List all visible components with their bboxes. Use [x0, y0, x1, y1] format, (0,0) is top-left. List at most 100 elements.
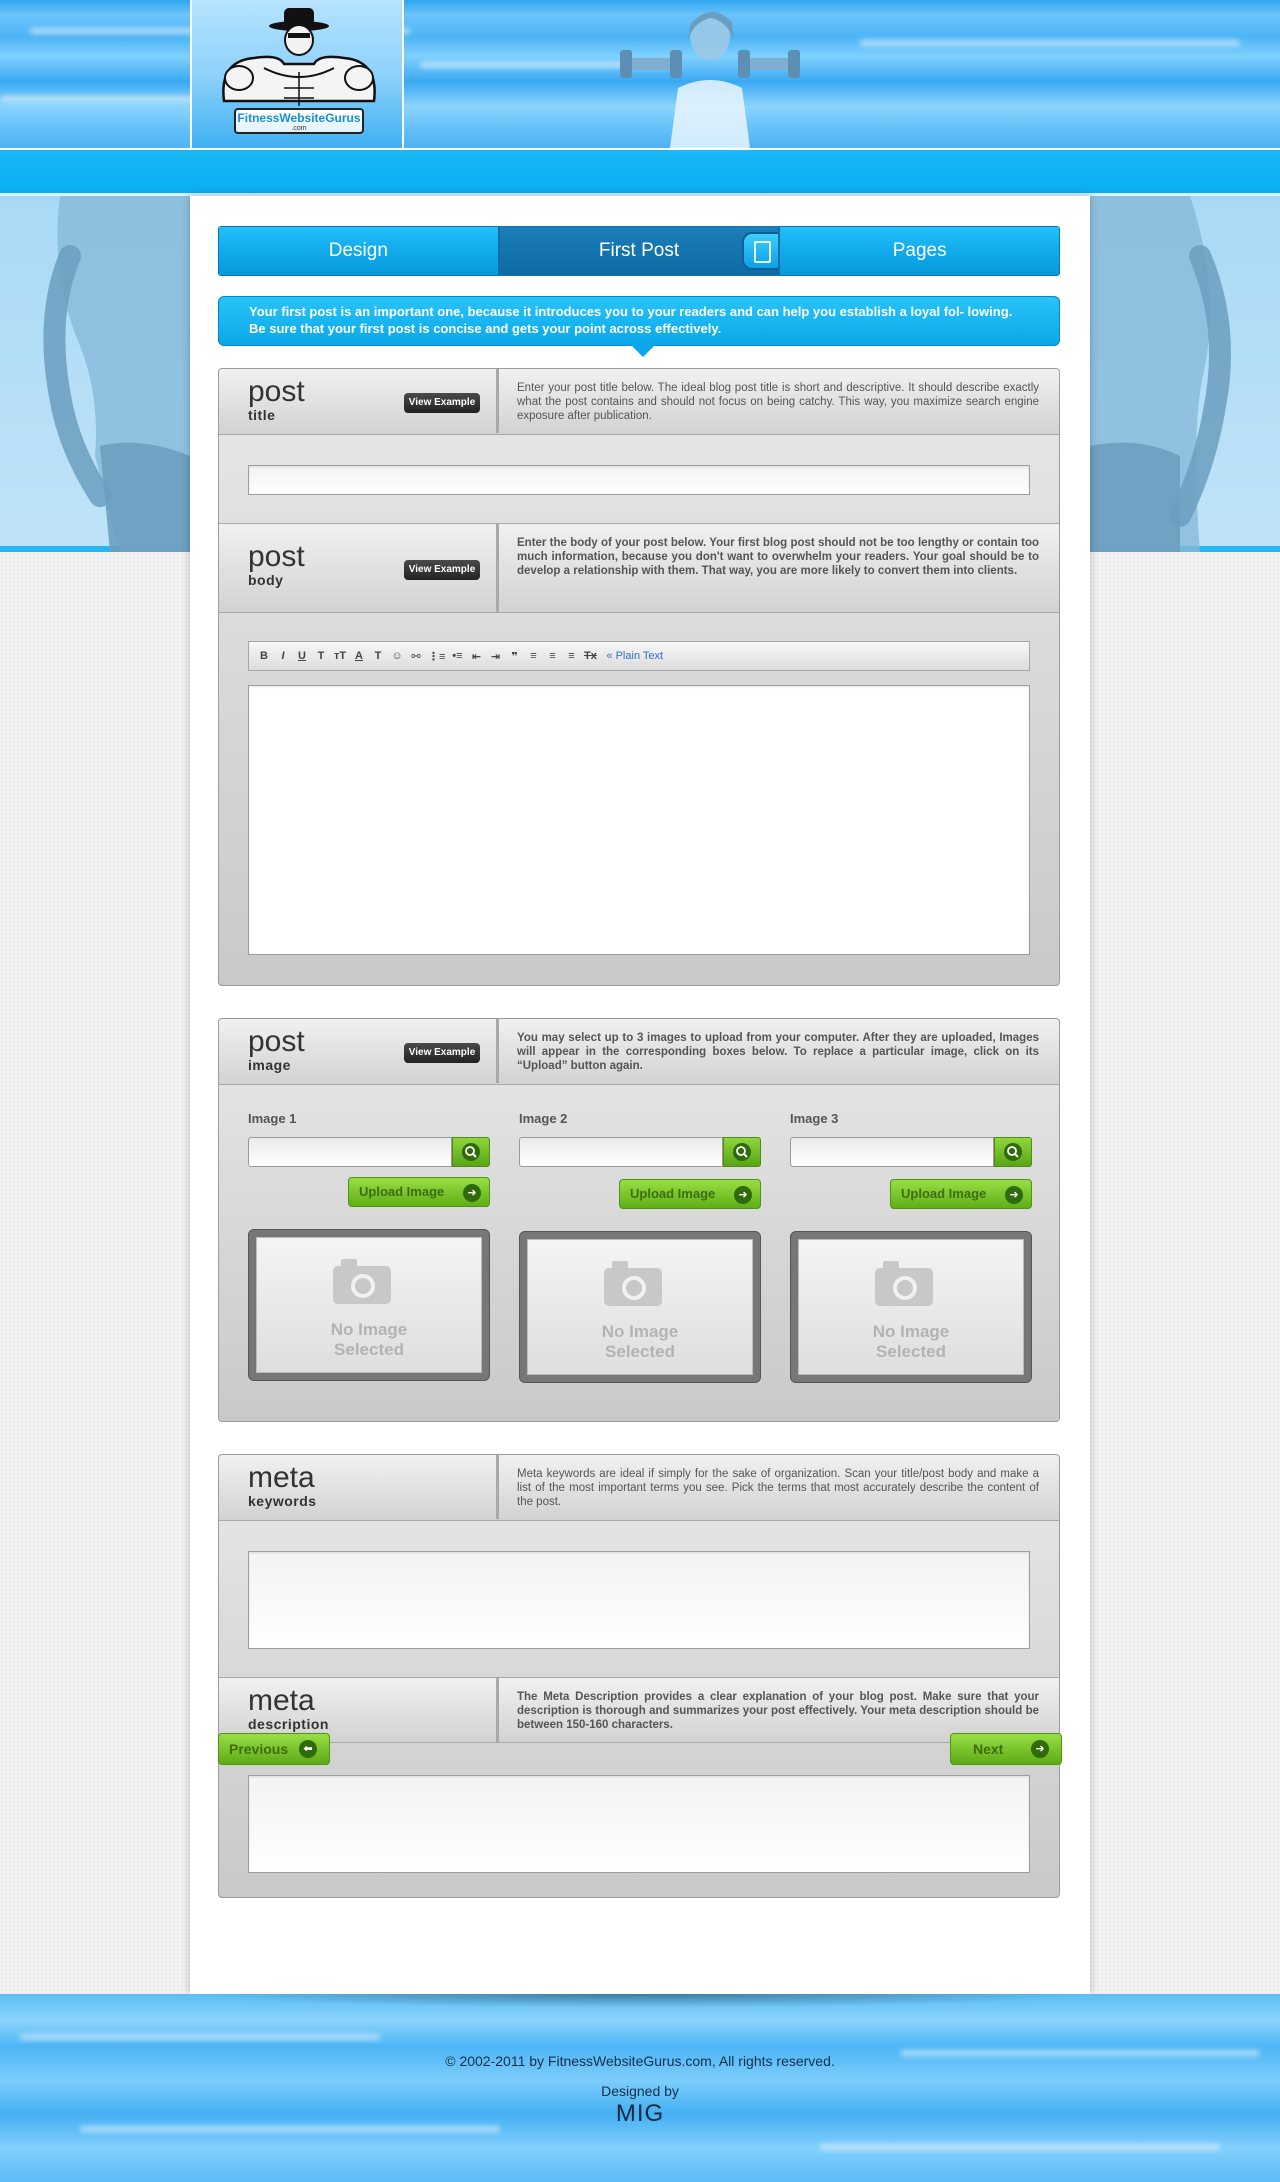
upload-image-button[interactable]: Upload Image ➜ — [619, 1179, 761, 1209]
post-title-input[interactable] — [248, 465, 1030, 495]
image-preview-frame: No Image Selected — [519, 1231, 761, 1383]
bold-button[interactable]: B — [257, 650, 271, 662]
browse-search-button[interactable] — [452, 1137, 490, 1167]
no-image-line2: Selected — [876, 1342, 946, 1361]
image-preview-frame: No Image Selected — [248, 1229, 490, 1381]
image-placeholder: No Image Selected — [256, 1237, 482, 1373]
link-icon[interactable]: ⚯ — [409, 650, 423, 663]
align-center-icon[interactable]: ≡ — [545, 650, 559, 662]
meta-description-header: meta description The Meta Description pr… — [219, 1677, 1059, 1743]
upload-image-button[interactable]: Upload Image ➜ — [890, 1179, 1032, 1209]
meta-block: meta keywords Meta keywords are ideal if… — [218, 1454, 1060, 1898]
footer-light-streak — [820, 2144, 1220, 2150]
camera-icon — [333, 1259, 391, 1304]
panel-bottom-shadow — [190, 1994, 1090, 2008]
section-heading-small: keywords — [248, 1493, 317, 1509]
camera-icon — [604, 1261, 662, 1306]
camera-icon — [875, 1261, 933, 1306]
tab-design[interactable]: Design — [219, 227, 498, 275]
next-button[interactable]: Next ➜ — [950, 1733, 1062, 1765]
unordered-list-icon[interactable]: •≡ — [450, 650, 464, 662]
designer-name[interactable]: MIG — [0, 2100, 1280, 2128]
upload-image-label: Upload Image — [359, 1184, 445, 1199]
section-heading-small: body — [248, 572, 284, 588]
image-placeholder: No Image Selected — [527, 1239, 753, 1375]
image-file-input[interactable] — [519, 1137, 723, 1167]
text-color-button[interactable]: A — [352, 650, 366, 662]
post-title-description: Enter your post title below. The ideal b… — [517, 382, 1039, 422]
meta-keywords-header: meta keywords Meta keywords are ideal if… — [219, 1455, 1059, 1521]
italic-button[interactable]: I — [276, 650, 290, 662]
browse-search-button[interactable] — [994, 1137, 1032, 1167]
footer-light-streak — [20, 2034, 380, 2040]
search-icon — [733, 1143, 751, 1161]
image-label: Image 3 — [790, 1111, 839, 1126]
image-label: Image 2 — [519, 1111, 568, 1126]
quote-icon[interactable]: ❞ — [507, 650, 521, 663]
indent-icon[interactable]: ⇥ — [488, 650, 502, 663]
meta-description-input[interactable] — [248, 1775, 1030, 1873]
outdent-icon[interactable]: ⇤ — [469, 650, 483, 663]
section-heading-big: meta — [248, 1461, 315, 1494]
woman-with-dumbbells-image — [620, 11, 800, 148]
intro-callout: Your first post is an important one, bec… — [218, 296, 1060, 357]
post-image-header: post image View Example You may select u… — [219, 1019, 1059, 1085]
post-title-header: post title View Example Enter your post … — [219, 369, 1059, 435]
tab-first-post-label: First Post — [598, 240, 680, 261]
font-size-button[interactable]: тT — [333, 650, 347, 662]
designed-by-text: Designed by — [601, 2083, 679, 2099]
header-light-streak — [860, 40, 1240, 46]
post-body-editor[interactable] — [248, 685, 1030, 955]
site-footer: © 2002-2011 by FitnessWebsiteGurus.com, … — [0, 1994, 1280, 2182]
content-panel: Design First Post Pages Your first post … — [190, 196, 1090, 1994]
view-example-button[interactable]: View Example — [404, 560, 480, 580]
male-model-left-image — [43, 196, 190, 552]
previous-button[interactable]: Previous ⬅ — [218, 1733, 330, 1765]
no-image-text: No Image Selected — [799, 1322, 1023, 1362]
post-image-heading: post image View Example — [219, 1019, 499, 1083]
no-image-line2: Selected — [605, 1342, 675, 1361]
underline-button[interactable]: U — [295, 650, 309, 662]
next-label: Next — [973, 1741, 1004, 1757]
view-example-button[interactable]: View Example — [404, 393, 480, 413]
emoji-icon[interactable]: ☺ — [390, 650, 404, 662]
ordered-list-icon[interactable]: ⋮≡ — [428, 650, 445, 663]
arrow-left-icon: ⬅ — [299, 1740, 317, 1758]
image-file-input[interactable] — [248, 1137, 452, 1167]
clear-format-icon[interactable]: Tx — [583, 650, 597, 662]
site-logo[interactable]: FitnessWebsiteGurus .com — [190, 0, 404, 148]
tab-first-post[interactable]: First Post — [497, 227, 781, 275]
arrow-right-icon: ➜ — [734, 1186, 752, 1204]
meta-keywords-input[interactable] — [248, 1551, 1030, 1649]
browse-search-button[interactable] — [723, 1137, 761, 1167]
upload-image-label: Upload Image — [901, 1186, 987, 1201]
post-body-description: Enter the body of your post below. Your … — [517, 537, 1039, 577]
background-color-button[interactable]: T — [371, 650, 385, 662]
post-body-header: post body View Example Enter the body of… — [219, 523, 1059, 613]
section-heading-big: post — [248, 1025, 305, 1058]
bodybuilder-logo-icon — [222, 8, 376, 106]
align-left-icon[interactable]: ≡ — [526, 650, 540, 662]
image-file-input[interactable] — [790, 1137, 994, 1167]
font-button[interactable]: T — [314, 650, 328, 662]
section-heading-small: image — [248, 1057, 291, 1073]
no-image-text: No Image Selected — [528, 1322, 752, 1362]
upload-image-button[interactable]: Upload Image ➜ — [348, 1177, 490, 1207]
plain-text-link[interactable]: « Plain Text — [606, 650, 663, 662]
tab-pages[interactable]: Pages — [778, 227, 1060, 275]
align-right-icon[interactable]: ≡ — [564, 650, 578, 662]
image-preview-frame: No Image Selected — [790, 1231, 1032, 1383]
no-image-line1: No Image — [601, 1322, 679, 1341]
header-sub-bar — [0, 148, 1280, 196]
document-icon — [742, 232, 781, 270]
arrow-right-icon: ➜ — [1031, 1740, 1049, 1758]
image-label: Image 1 — [248, 1111, 297, 1126]
search-icon — [462, 1143, 480, 1161]
view-example-button[interactable]: View Example — [404, 1043, 480, 1063]
copyright-text: © 2002-2011 by FitnessWebsiteGurus.com, … — [445, 2053, 835, 2069]
section-heading-big: meta — [248, 1684, 315, 1717]
site-header: FitnessWebsiteGurus .com — [0, 0, 1280, 148]
no-image-line1: No Image — [330, 1320, 408, 1339]
no-image-text: No Image Selected — [257, 1320, 481, 1360]
image-block: post image View Example You may select u… — [218, 1018, 1060, 1422]
